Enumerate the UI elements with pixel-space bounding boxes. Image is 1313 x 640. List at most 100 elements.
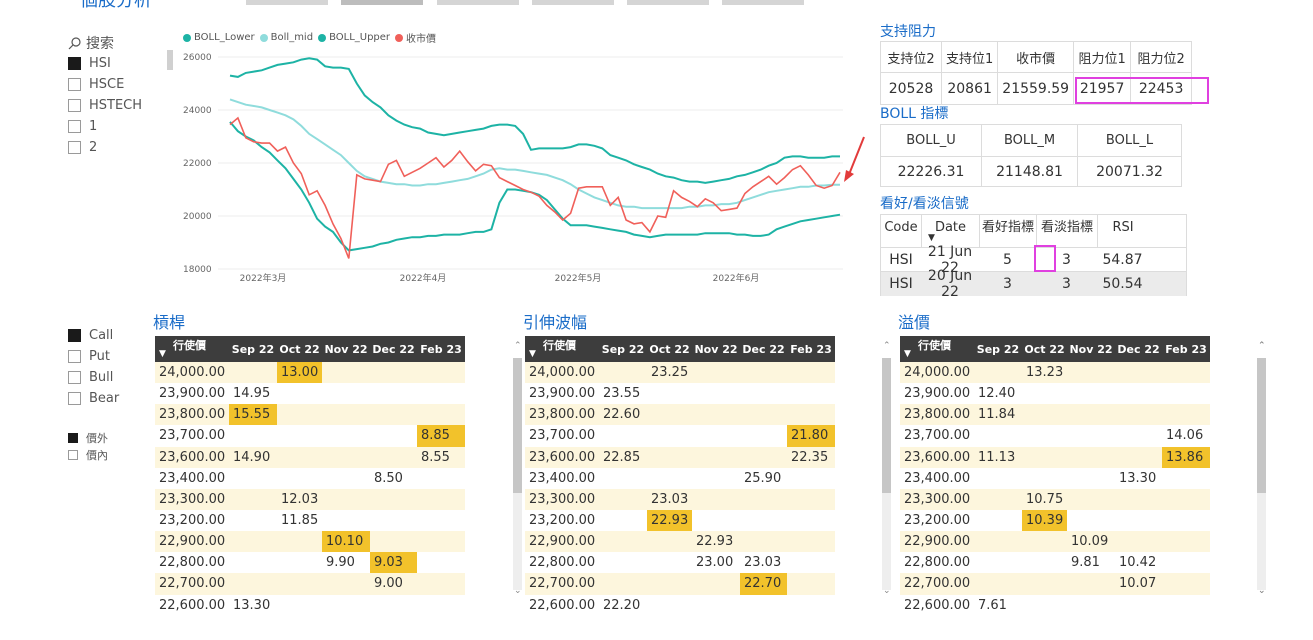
scroll-up-icon[interactable]: ⌃	[514, 341, 522, 351]
table-row[interactable]: 23,300.00 23.03	[525, 488, 835, 510]
slicer-item-1[interactable]: 1	[68, 116, 97, 136]
signal-row[interactable]: HSI 20 Jun 22 3 3 50.54	[881, 268, 1186, 300]
table-row[interactable]: 23,700.00 8.85	[155, 425, 465, 447]
scroll-up-icon[interactable]: ⌃	[883, 341, 891, 351]
type-option-bull[interactable]: Bull	[68, 367, 113, 387]
table-row[interactable]: 22,800.00 9.81 10.42	[900, 552, 1210, 573]
month-header[interactable]: Feb 23	[417, 343, 465, 356]
nav-tab-2[interactable]	[341, 0, 423, 5]
nav-tab-5[interactable]	[627, 0, 709, 5]
table-row[interactable]: 22,700.00 9.00	[155, 573, 465, 595]
table-row[interactable]: 23,400.00 25.90	[525, 468, 835, 489]
slicer-item-hsi[interactable]: HSI	[68, 53, 111, 73]
slicer-search-box[interactable]: 搜索	[68, 33, 176, 53]
table-row[interactable]: 24,000.00 13.00	[155, 362, 465, 384]
type-option-call[interactable]: Call	[68, 325, 113, 345]
nav-tab-4[interactable]	[532, 0, 614, 5]
scrollbar-thumb[interactable]	[1257, 358, 1266, 493]
slicer-item-hstech[interactable]: HSTECH	[68, 95, 142, 115]
table-row[interactable]: 23,900.00 14.95	[155, 383, 465, 404]
scroll-up-icon[interactable]: ⌃	[1258, 341, 1266, 351]
month-header[interactable]: Sep 22	[974, 343, 1022, 356]
checkbox-icon[interactable]	[68, 98, 81, 112]
search-input[interactable]: 搜索	[86, 33, 114, 53]
month-header[interactable]: Oct 22	[647, 343, 692, 356]
checkbox-icon[interactable]	[68, 77, 81, 91]
table-row[interactable]: 22,700.00 22.70	[525, 573, 835, 595]
table-row[interactable]: 22,900.00 22.93	[525, 531, 835, 553]
table-row[interactable]: 24,000.00 23.25	[525, 362, 835, 384]
signal-header-cell[interactable]: Date ▼	[921, 215, 979, 247]
checkbox-icon[interactable]	[68, 140, 81, 154]
month-header[interactable]: Nov 22	[692, 343, 740, 356]
scrollbar-thumb[interactable]	[882, 358, 891, 493]
table-row[interactable]: 22,900.00 10.09	[900, 531, 1210, 553]
checkbox-icon[interactable]	[68, 56, 81, 70]
month-header[interactable]: Dec 22	[740, 343, 787, 356]
scrollbar-thumb[interactable]	[513, 358, 522, 493]
month-header[interactable]: Oct 22	[1022, 343, 1067, 356]
signal-header-cell[interactable]: 看好指標	[979, 215, 1036, 247]
sort-desc-icon[interactable]: ▼	[529, 349, 536, 359]
table-row[interactable]: 23,200.00 11.85	[155, 510, 465, 531]
matrix-scrollbar[interactable]	[513, 358, 522, 590]
moneyness-option-價內[interactable]: 價內	[68, 445, 108, 465]
table-row[interactable]: 23,800.00 15.55	[155, 404, 465, 426]
table-row[interactable]: 24,000.00 13.23	[900, 362, 1210, 384]
month-header[interactable]: Dec 22	[370, 343, 417, 356]
sort-desc-icon[interactable]: ▼	[928, 233, 935, 243]
table-row[interactable]: 23,600.00 22.85 22.35	[525, 446, 835, 468]
checkbox-icon[interactable]	[68, 119, 81, 133]
legend-item[interactable]: BOLL_Upper	[318, 30, 390, 45]
slicer-item-hsce[interactable]: HSCE	[68, 74, 124, 94]
month-header[interactable]: Feb 23	[1162, 343, 1210, 356]
table-row[interactable]: 23,300.00 10.75	[900, 488, 1210, 510]
month-header[interactable]: Sep 22	[599, 343, 647, 356]
table-row[interactable]: 23,400.00 13.30	[900, 468, 1210, 489]
month-header[interactable]: Feb 23	[787, 343, 835, 356]
sort-desc-icon[interactable]: ▼	[159, 349, 166, 359]
month-header[interactable]: Dec 22	[1115, 343, 1162, 356]
type-option-put[interactable]: Put	[68, 346, 110, 366]
matrix-scrollbar[interactable]	[882, 358, 891, 590]
strike-header[interactable]: 行使價	[525, 337, 599, 353]
table-row[interactable]: 23,200.00 10.39	[900, 509, 1210, 532]
month-header[interactable]: Sep 22	[229, 343, 277, 356]
table-row[interactable]: 22,600.00 7.61	[900, 595, 1210, 612]
signal-header-cell[interactable]: RSI	[1097, 215, 1148, 247]
checkbox-icon[interactable]	[68, 450, 78, 460]
checkbox-icon[interactable]	[68, 391, 81, 405]
table-row[interactable]: 23,600.00 14.90 8.55	[155, 446, 465, 468]
table-row[interactable]: 23,800.00 11.84	[900, 404, 1210, 426]
signal-header-cell[interactable]: 看淡指標	[1036, 215, 1097, 247]
nav-tab-1[interactable]	[246, 0, 328, 5]
month-header[interactable]: Nov 22	[1067, 343, 1115, 356]
table-row[interactable]: 23,600.00 11.13 13.86	[900, 446, 1210, 468]
legend-item[interactable]: Boll_mid	[259, 30, 313, 45]
scroll-down-icon[interactable]: ⌄	[1258, 586, 1266, 596]
table-row[interactable]: 23,700.00 14.06	[900, 425, 1210, 446]
table-row[interactable]: 23,900.00 23.55	[525, 383, 835, 404]
sort-desc-icon[interactable]: ▼	[904, 349, 911, 359]
table-row[interactable]: 22,600.00 22.20	[525, 595, 835, 612]
table-row[interactable]: 22,700.00 10.07	[900, 573, 1210, 595]
table-row[interactable]: 22,800.00 23.00 23.03	[525, 552, 835, 573]
table-row[interactable]: 22,600.00 13.30	[155, 595, 465, 612]
checkbox-icon[interactable]	[68, 328, 81, 342]
table-row[interactable]: 22,900.00 10.10	[155, 531, 465, 553]
checkbox-icon[interactable]	[68, 370, 81, 384]
table-row[interactable]: 23,800.00 22.60	[525, 404, 835, 426]
nav-tab-6[interactable]	[722, 0, 804, 5]
table-row[interactable]: 23,900.00 12.40	[900, 383, 1210, 404]
table-row[interactable]: 23,300.00 12.03	[155, 488, 465, 510]
checkbox-icon[interactable]	[68, 433, 78, 443]
type-option-bear[interactable]: Bear	[68, 388, 119, 408]
table-row[interactable]: 23,200.00 22.93	[525, 509, 835, 532]
signal-header-cell[interactable]: Code	[881, 215, 921, 247]
month-header[interactable]: Nov 22	[322, 343, 370, 356]
table-row[interactable]: 22,800.00 9.90 9.03	[155, 552, 465, 574]
scroll-down-icon[interactable]: ⌄	[883, 586, 891, 596]
legend-item[interactable]: BOLL_Lower	[183, 30, 255, 45]
checkbox-icon[interactable]	[68, 349, 81, 363]
strike-header[interactable]: 行使價	[155, 337, 229, 353]
